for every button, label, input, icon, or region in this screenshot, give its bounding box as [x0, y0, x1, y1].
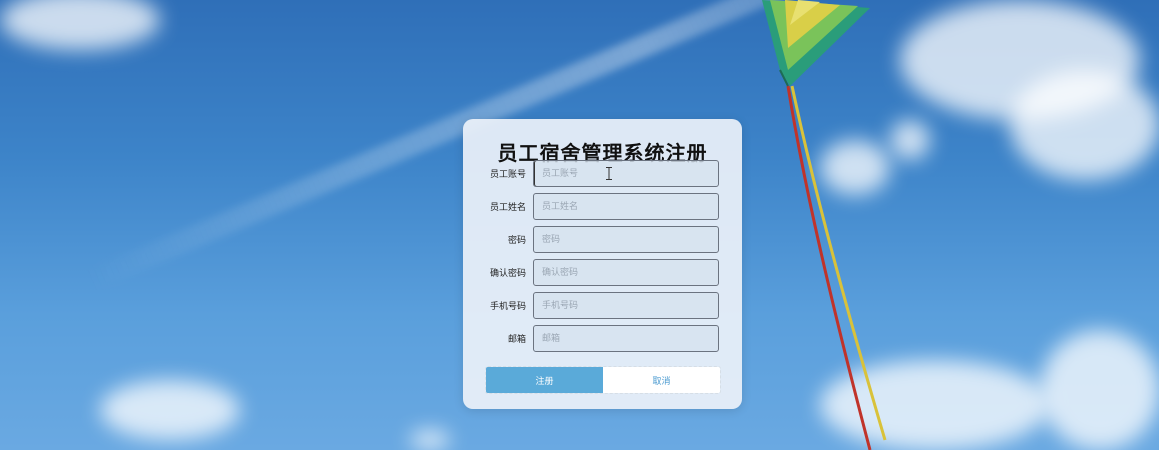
cloud — [1010, 70, 1159, 180]
email-label: 邮箱 — [507, 335, 526, 345]
register-card: 员工宿舍管理系统注册 员工账号 员工姓名 密码 确认密码 手机号码 邮箱 注册 … — [463, 119, 742, 409]
account-input[interactable] — [533, 160, 719, 187]
cloud — [890, 120, 930, 160]
confirm-password-input[interactable] — [533, 259, 719, 286]
register-button[interactable]: 注册 — [486, 367, 603, 393]
cloud — [1040, 330, 1159, 450]
name-input[interactable] — [533, 193, 719, 220]
account-label: 员工账号 — [489, 170, 526, 180]
phone-row: 手机号码 — [463, 292, 742, 320]
confirm-password-label: 确认密码 — [489, 269, 526, 279]
name-label: 员工姓名 — [489, 203, 526, 213]
cloud — [410, 430, 450, 450]
password-row: 密码 — [463, 226, 742, 254]
confirm-password-row: 确认密码 — [463, 259, 742, 287]
password-label: 密码 — [507, 236, 526, 246]
phone-input[interactable] — [533, 292, 719, 319]
kite-icon — [762, 0, 887, 450]
account-row: 员工账号 — [463, 160, 742, 188]
cloud — [0, 0, 160, 50]
button-row: 注册 取消 — [485, 366, 721, 394]
cancel-button[interactable]: 取消 — [603, 367, 720, 393]
name-row: 员工姓名 — [463, 193, 742, 221]
cloud — [100, 380, 240, 440]
phone-label: 手机号码 — [489, 302, 526, 312]
email-input[interactable] — [533, 325, 719, 352]
email-row: 邮箱 — [463, 325, 742, 353]
password-input[interactable] — [533, 226, 719, 253]
